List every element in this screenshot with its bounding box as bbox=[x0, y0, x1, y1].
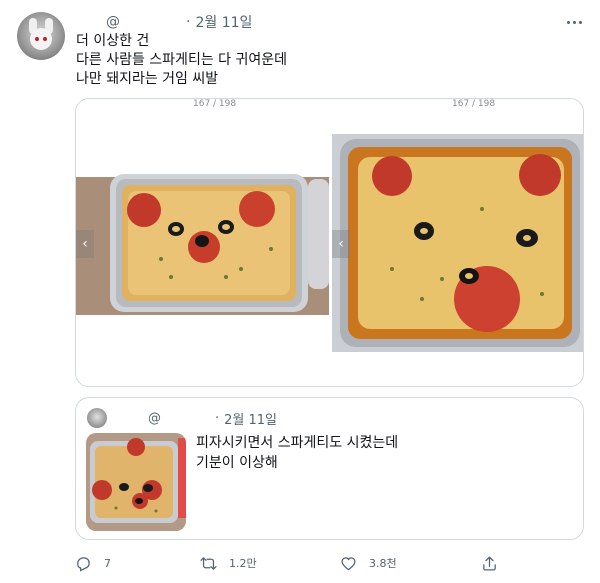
media-grid: 167 / 198 ‹ 167 / 198 ‹ bbox=[75, 98, 584, 387]
share-icon bbox=[483, 555, 496, 571]
action-bar: 7 1.2만 3.8천 bbox=[75, 552, 505, 574]
tweet-text-line: 나만 돼지라는 거임 씨발 bbox=[76, 71, 219, 87]
tweet[interactable]: @ · 2월 11일 더 이상한 건 다른 사람들 스파게티는 다 귀여운데 나… bbox=[0, 0, 600, 583]
chevron-left-icon[interactable]: ‹ bbox=[76, 230, 94, 258]
quoted-text: 피자시키면서 스파게티도 시켰는데 기분이 이상해 bbox=[196, 433, 398, 473]
quoted-date: 2월 11일 bbox=[224, 412, 278, 428]
image-counter: 167 / 198 bbox=[193, 99, 237, 109]
tweet-text-line: 더 이상한 건 bbox=[76, 33, 150, 49]
like-button[interactable]: 3.8천 bbox=[340, 552, 397, 574]
tweet-text-line: 다른 사람들 스파게티는 다 귀여운데 bbox=[76, 52, 287, 68]
like-icon bbox=[341, 556, 356, 570]
retweet-button[interactable]: 1.2만 bbox=[200, 552, 257, 574]
avatar[interactable] bbox=[17, 12, 65, 60]
avatar-face bbox=[30, 28, 52, 50]
pizza-photo-quoted bbox=[86, 433, 186, 531]
quoted-tweet[interactable]: @ · 2월 11일 피자시키면서 스파게티도 시켰는데 기분이 이상해 bbox=[75, 397, 584, 540]
avatar-eye bbox=[35, 37, 39, 41]
quoted-text-line: 기분이 이상해 bbox=[196, 455, 278, 471]
pizza-photo-left bbox=[76, 174, 329, 315]
like-count: 3.8천 bbox=[369, 557, 397, 570]
tweet-date[interactable]: 2월 11일 bbox=[195, 12, 252, 32]
quoted-username: @ bbox=[148, 410, 161, 426]
reply-icon bbox=[77, 556, 90, 571]
image-counter: 167 / 198 bbox=[452, 99, 496, 109]
chevron-left-icon[interactable]: ‹ bbox=[332, 230, 350, 258]
username-hidden bbox=[120, 15, 182, 29]
reply-count: 7 bbox=[104, 556, 111, 570]
username[interactable]: @ bbox=[106, 14, 120, 30]
reply-button[interactable]: 7 bbox=[75, 552, 111, 574]
quoted-image[interactable] bbox=[86, 433, 186, 531]
retweet-count: 1.2만 bbox=[229, 557, 257, 570]
share-button[interactable] bbox=[481, 552, 498, 574]
avatar-eye bbox=[43, 37, 47, 41]
quoted-header: @ · 2월 11일 bbox=[114, 408, 277, 428]
retweet-icon bbox=[200, 556, 217, 570]
media-image-right[interactable]: 167 / 198 ‹ bbox=[332, 99, 583, 386]
display-name[interactable] bbox=[76, 15, 106, 29]
separator: · bbox=[186, 14, 191, 30]
separator: · bbox=[215, 410, 220, 426]
quoted-avatar[interactable] bbox=[87, 408, 107, 428]
tweet-header: @ · 2월 11일 bbox=[76, 12, 252, 32]
more-icon[interactable] bbox=[563, 12, 585, 32]
quoted-text-line: 피자시키면서 스파게티도 시켰는데 bbox=[196, 435, 399, 451]
media-image-left[interactable]: 167 / 198 ‹ bbox=[76, 99, 329, 386]
pizza-photo-right bbox=[332, 134, 583, 352]
tweet-text: 더 이상한 건 다른 사람들 스파게티는 다 귀여운데 나만 돼지라는 거임 씨… bbox=[76, 32, 287, 89]
